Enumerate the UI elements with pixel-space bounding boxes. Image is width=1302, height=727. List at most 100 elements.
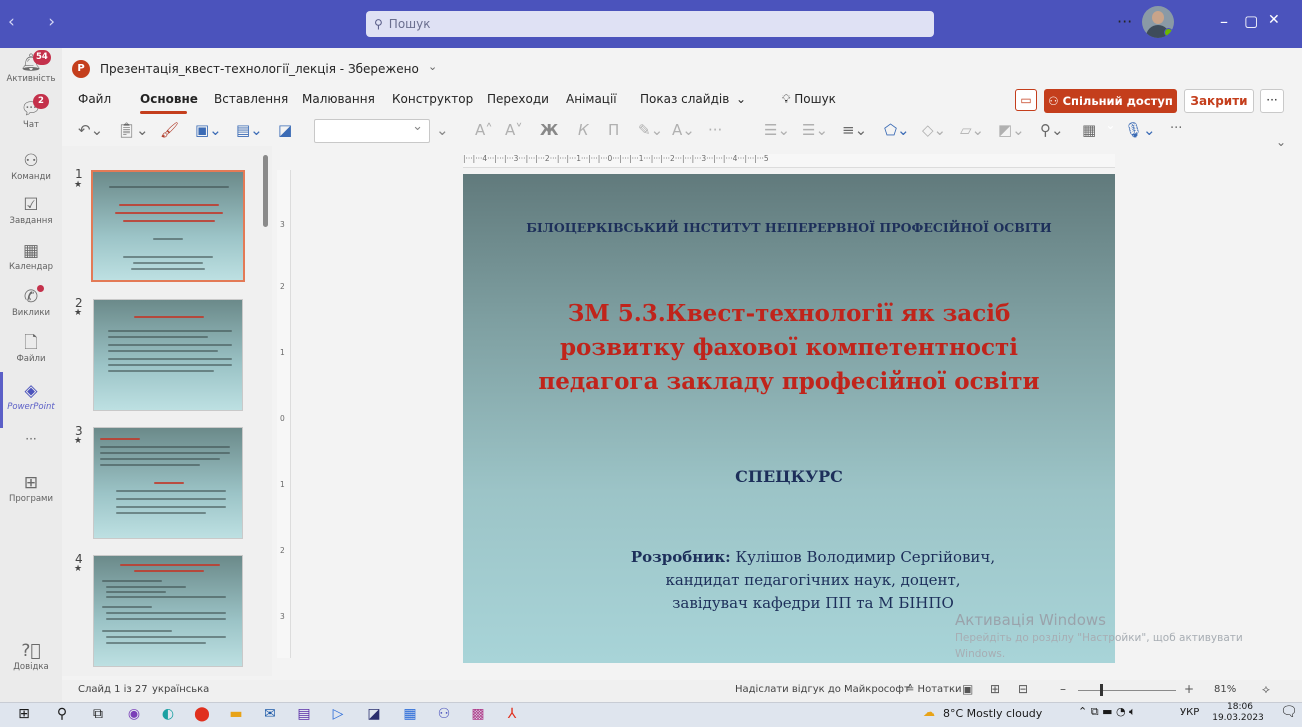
more-font-icon[interactable]: ··· bbox=[708, 121, 722, 139]
tab-search[interactable]: 💡︎ Пошук bbox=[782, 92, 836, 107]
task-view-icon[interactable]: ⧉ bbox=[88, 704, 108, 724]
paste-icon[interactable]: 📋︎⌄ bbox=[117, 121, 149, 139]
slide-thumbnail-2[interactable] bbox=[93, 299, 243, 411]
slide-thumbnail-1[interactable] bbox=[91, 170, 245, 282]
slide-title[interactable]: ЗМ 5.3.Квест-технології як засіб розвитк… bbox=[503, 297, 1075, 399]
new-slide-icon[interactable]: ▣⌄ bbox=[195, 121, 222, 139]
decrease-font-icon[interactable]: A˅ bbox=[505, 121, 523, 139]
back-forward-arrows[interactable]: ‹ › bbox=[8, 12, 69, 32]
slide-institute-text[interactable]: БІЛОЦЕРКІВСЬКИЙ ІНСТИТУТ НЕПЕРЕРВНОЇ ПРО… bbox=[463, 220, 1115, 235]
toolbar-more-icon[interactable]: ··· bbox=[1170, 121, 1182, 136]
font-family-select[interactable] bbox=[314, 119, 430, 143]
numbering-icon[interactable]: ☰⌄ bbox=[802, 121, 828, 139]
shape-effects-icon[interactable]: ◩⌄ bbox=[998, 121, 1025, 139]
language-status[interactable]: українська bbox=[152, 684, 209, 695]
tab-file[interactable]: Файл bbox=[78, 92, 111, 106]
tab-animations[interactable]: Анімації bbox=[566, 92, 617, 106]
rail-item-chat[interactable]: 💬︎ Чат 2 bbox=[0, 94, 62, 130]
dictate-icon[interactable]: 🎙︎⌄ bbox=[1124, 121, 1156, 139]
tray-icons[interactable]: ⌃ ⧉ ▬ ◔ 🔈︎ bbox=[1078, 705, 1136, 719]
increase-font-icon[interactable]: A˄ bbox=[475, 121, 493, 139]
rail-item-teams[interactable]: ⚇ Команди bbox=[0, 150, 62, 182]
comments-button[interactable]: ▭ bbox=[1015, 89, 1037, 111]
find-icon[interactable]: ⚲⌄ bbox=[1040, 121, 1064, 139]
opera-icon[interactable]: ⬤ bbox=[192, 704, 212, 724]
rail-item-apps[interactable]: ⊞ Програми bbox=[0, 472, 62, 504]
clock-time[interactable]: 18:06 bbox=[1214, 702, 1266, 712]
slide-sorter-icon[interactable]: ⊞ bbox=[990, 682, 1000, 696]
media-player-icon[interactable]: ▷ bbox=[328, 704, 348, 724]
chevron-down-icon[interactable]: ⌄ bbox=[428, 60, 437, 73]
slide-canvas[interactable]: БІЛОЦЕРКІВСЬКИЙ ІНСТИТУТ НЕПЕРЕРВНОЇ ПРО… bbox=[463, 174, 1115, 663]
teams-search-input[interactable]: ⚲ Пошук bbox=[366, 11, 934, 37]
italic-icon[interactable]: К bbox=[578, 121, 589, 139]
slide-thumbnail-3[interactable] bbox=[93, 427, 243, 539]
reading-view-icon[interactable]: ⊟ bbox=[1018, 682, 1028, 696]
font-size-select[interactable]: ⌄ bbox=[436, 121, 462, 145]
underline-icon[interactable]: П bbox=[608, 121, 619, 139]
maximize-button[interactable]: ▢ bbox=[1244, 12, 1258, 30]
undo-icon[interactable]: ↶⌄ bbox=[78, 121, 103, 139]
document-title[interactable]: Презентація_квест-технології_лекція - Зб… bbox=[100, 62, 419, 76]
acrobat-icon[interactable]: ⅄ bbox=[502, 704, 522, 724]
tab-design[interactable]: Конструктор bbox=[392, 92, 473, 106]
zoom-out-button[interactable]: – bbox=[1060, 682, 1066, 696]
rail-item-calendar[interactable]: ▦ Календар bbox=[0, 240, 62, 272]
teams-taskbar-icon[interactable]: ⚇ bbox=[434, 704, 454, 724]
teams-more-button[interactable]: ··· bbox=[1117, 12, 1132, 31]
fit-to-window-icon[interactable]: ⟡ bbox=[1262, 682, 1270, 697]
slide-course-label[interactable]: СПЕЦКУРС bbox=[463, 467, 1115, 486]
close-document-button[interactable]: Закрити bbox=[1184, 89, 1254, 113]
weather-text[interactable]: 8°C Mostly cloudy bbox=[943, 707, 1042, 720]
zoom-slider-track[interactable] bbox=[1078, 690, 1176, 691]
feedback-link[interactable]: Надіслати відгук до Майкрософт bbox=[735, 684, 910, 695]
window-close-button[interactable]: ✕ bbox=[1268, 12, 1280, 28]
format-painter-icon[interactable]: 🖌︎ bbox=[160, 121, 179, 139]
tab-transitions[interactable]: Переходи bbox=[487, 92, 549, 106]
rail-item-tasks[interactable]: ☑ Завдання bbox=[0, 194, 62, 226]
highlight-icon[interactable]: ✎⌄ bbox=[638, 121, 663, 139]
font-color-icon[interactable]: A⌄ bbox=[672, 121, 695, 139]
shapes-icon[interactable]: ⬠⌄ bbox=[884, 121, 910, 139]
shape-fill-icon[interactable]: ◇⌄ bbox=[922, 121, 946, 139]
bold-icon[interactable]: Ж bbox=[540, 121, 558, 139]
search-icon[interactable]: ⚲ bbox=[52, 704, 72, 724]
bullets-icon[interactable]: ☰⌄ bbox=[764, 121, 790, 139]
viber-icon[interactable]: ◉ bbox=[124, 704, 144, 724]
clock-date[interactable]: 19.03.2023 bbox=[1208, 713, 1268, 723]
notification-icon[interactable]: 🗨︎ bbox=[1280, 704, 1298, 720]
tab-slideshow[interactable]: Показ слайдів bbox=[640, 92, 729, 106]
tab-insert[interactable]: Вставлення bbox=[214, 92, 288, 106]
rail-item-more[interactable]: ··· bbox=[0, 432, 62, 446]
zoom-level[interactable]: 81% bbox=[1214, 684, 1236, 695]
rail-item-calls[interactable]: ✆ Виклики bbox=[0, 285, 62, 318]
slide-author-block[interactable]: Розробник: Кулішов Володимир Сергійович,… bbox=[523, 546, 1103, 615]
input-language[interactable]: УКР bbox=[1180, 707, 1199, 718]
notes-app-icon[interactable]: ◪ bbox=[364, 704, 384, 724]
zoom-in-button[interactable]: + bbox=[1184, 682, 1194, 696]
share-button[interactable]: ⚇ Спільний доступ ⌄ bbox=[1044, 89, 1177, 132]
tab-overflow-chevron[interactable]: ⌄ bbox=[736, 92, 746, 106]
align-icon[interactable]: ≡⌄ bbox=[842, 121, 867, 139]
tab-draw[interactable]: Малювання bbox=[302, 92, 375, 106]
word-icon[interactable]: ▦ bbox=[400, 704, 420, 724]
shape-outline-icon[interactable]: ▱⌄ bbox=[960, 121, 984, 139]
file-explorer-icon[interactable]: ▬ bbox=[226, 704, 246, 724]
rail-item-activity[interactable]: 🔔︎ Активність 54 bbox=[0, 50, 62, 84]
rail-item-files[interactable]: 🗋 Файли bbox=[0, 332, 62, 364]
windows-start-icon[interactable]: ⊞ bbox=[14, 704, 34, 724]
layout-icon[interactable]: ▤⌄ bbox=[236, 121, 263, 139]
edge-icon[interactable]: ◐ bbox=[158, 704, 178, 724]
notes-button[interactable]: ≙ Нотатки bbox=[906, 684, 962, 695]
reset-icon[interactable]: ◪ bbox=[278, 121, 292, 139]
thumbnail-scrollbar[interactable] bbox=[263, 155, 268, 227]
designer-icon[interactable]: ▦ bbox=[1082, 121, 1096, 139]
more-options-button[interactable]: ··· bbox=[1260, 89, 1284, 113]
rail-item-powerpoint[interactable]: ◈ PowerPoint bbox=[0, 380, 62, 412]
normal-view-icon[interactable]: ▣ bbox=[962, 682, 973, 696]
mail-icon[interactable]: ✉ bbox=[260, 704, 280, 724]
minimize-button[interactable]: – bbox=[1220, 12, 1228, 31]
ribbon-collapse-icon[interactable]: ⌄ bbox=[1276, 135, 1286, 149]
winrar-icon[interactable]: ▩ bbox=[468, 704, 488, 724]
tab-home[interactable]: Основне bbox=[140, 92, 198, 106]
